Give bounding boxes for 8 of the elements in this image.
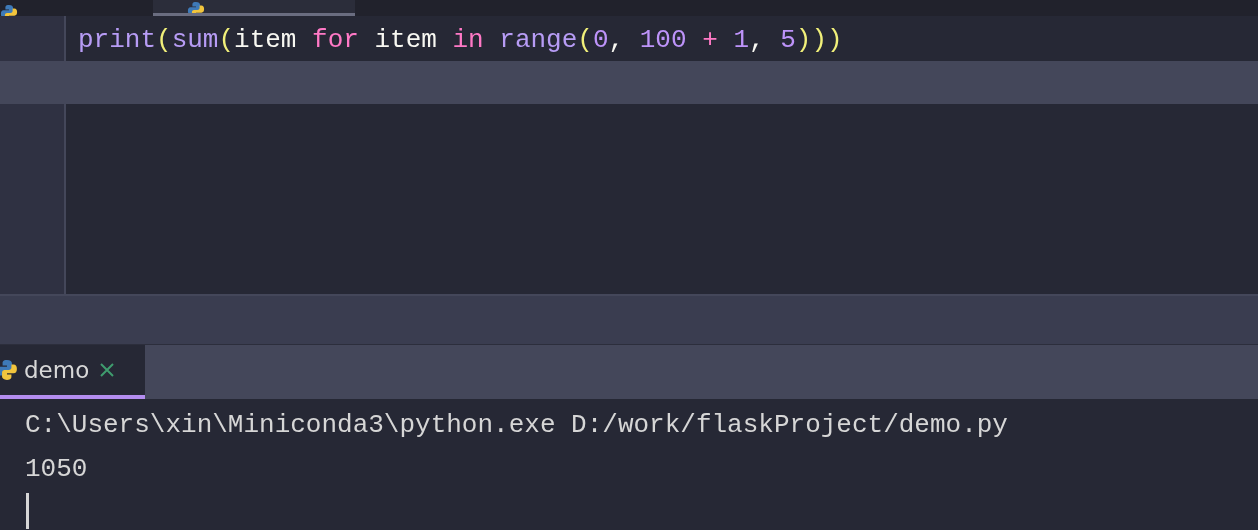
editor-tab[interactable]: [153, 0, 355, 16]
close-icon[interactable]: [99, 362, 116, 378]
console-output-line: C:\Users\xin\Miniconda3\python.exe D:/work/flaskProject/demo.py: [25, 409, 1009, 442]
python-icon: [0, 357, 18, 383]
tab-label: demo: [24, 357, 90, 383]
console-output-line: 1050: [25, 453, 89, 486]
run-tab[interactable]: demo: [0, 345, 145, 399]
code-line: print(sum(item for item in range(0, 100 + 1, 5))): [78, 24, 843, 55]
